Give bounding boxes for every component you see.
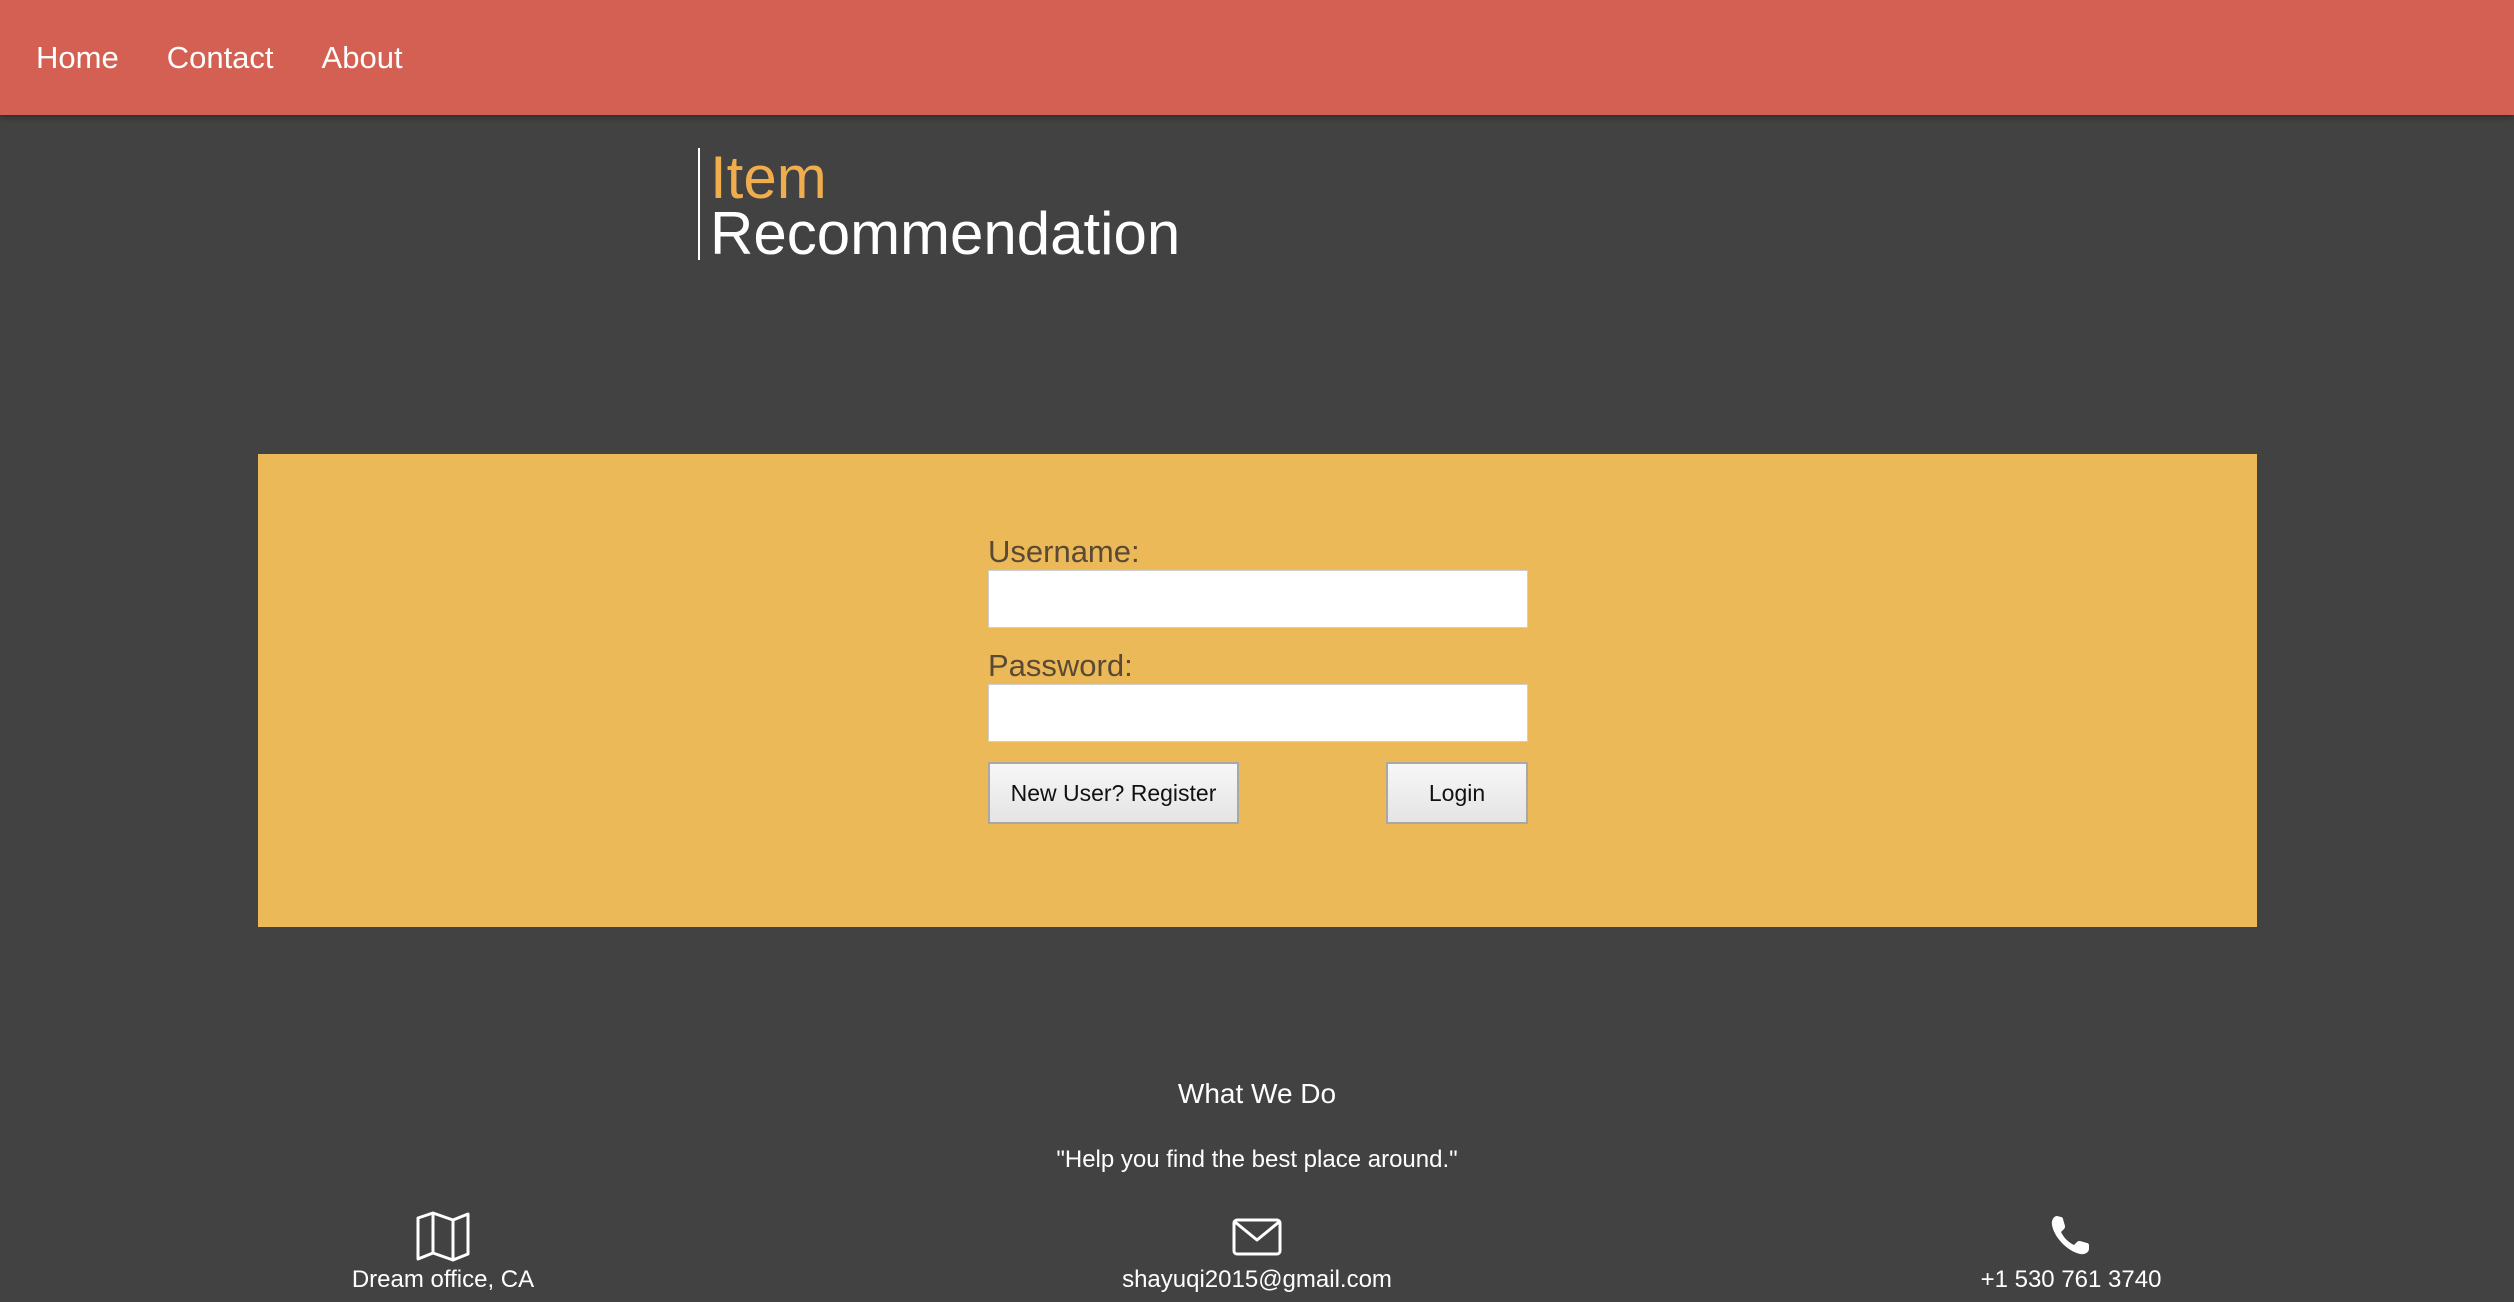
nav-contact-link[interactable]: Contact bbox=[167, 40, 274, 76]
contact-office: Dream office, CA bbox=[243, 1210, 643, 1294]
form-button-row: New User? Register Login bbox=[988, 762, 1528, 824]
login-button[interactable]: Login bbox=[1386, 762, 1528, 824]
phone-icon bbox=[2051, 1216, 2089, 1255]
password-input[interactable] bbox=[988, 684, 1528, 742]
register-button[interactable]: New User? Register bbox=[988, 762, 1239, 824]
password-label: Password: bbox=[988, 648, 1133, 683]
phone-number-text[interactable]: +1 530 761 3740 bbox=[1981, 1266, 2162, 1293]
login-panel: Username: Password: New User? Register L… bbox=[258, 454, 2257, 927]
nav-home-link[interactable]: Home bbox=[36, 40, 119, 76]
email-address-text[interactable]: shayuqi2015@gmail.com bbox=[1122, 1266, 1392, 1293]
envelope-icon bbox=[1232, 1218, 1282, 1256]
login-form: Username: Password: New User? Register L… bbox=[988, 534, 1528, 824]
contact-email: shayuqi2015@gmail.com bbox=[1057, 1210, 1457, 1294]
brand-title-recommendation: Recommendation bbox=[710, 200, 1181, 267]
map-icon bbox=[416, 1211, 470, 1262]
username-label: Username: bbox=[988, 534, 1140, 569]
footer-title: What We Do bbox=[1177, 1078, 1337, 1109]
footer-quote: "Help you find the best place around." bbox=[1056, 1146, 1458, 1173]
top-navigation-bar: Home Contact About bbox=[0, 0, 2514, 115]
brand-title-item: Item bbox=[710, 144, 827, 211]
office-location-text: Dream office, CA bbox=[351, 1266, 535, 1293]
contact-phone: +1 530 761 3740 bbox=[1871, 1210, 2271, 1294]
nav-about-link[interactable]: About bbox=[322, 40, 403, 76]
brand-title: Item Recommendation bbox=[698, 144, 1181, 267]
username-input[interactable] bbox=[988, 570, 1528, 628]
